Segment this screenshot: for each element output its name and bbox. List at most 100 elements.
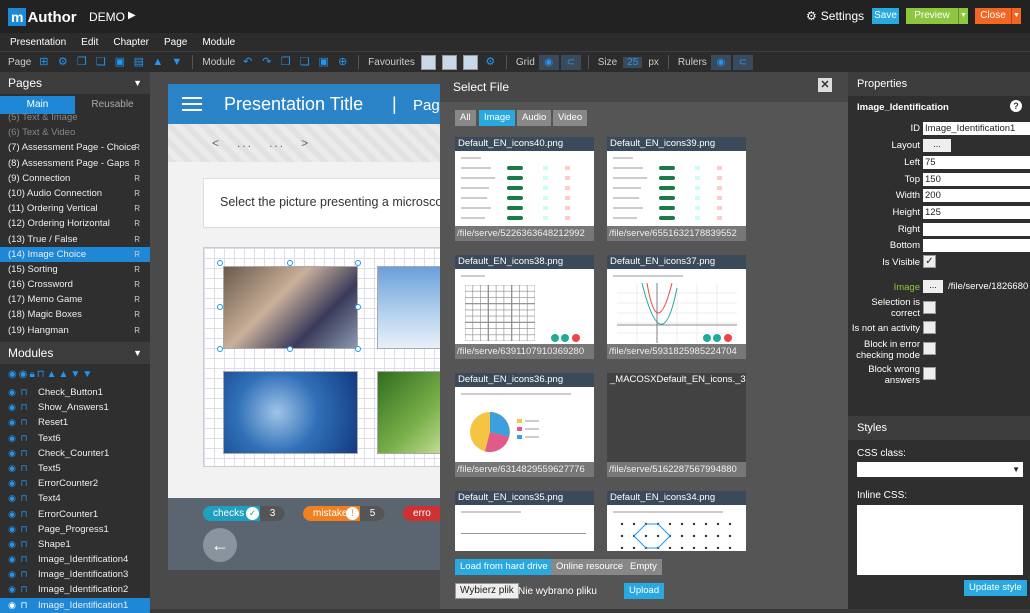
- lock-icon[interactable]: 🔒︎: [29, 369, 34, 380]
- file-card[interactable]: Default_EN_icons40.png /file/serve/52263…: [455, 137, 594, 241]
- resize-handle[interactable]: [217, 304, 223, 310]
- page-item[interactable]: (15) Sorting R: [8, 262, 150, 277]
- eye-icon[interactable]: ◉: [6, 385, 18, 400]
- css-class-select[interactable]: ▼: [857, 462, 1023, 477]
- list-item[interactable]: ◉ ⊓ Check_Counter1: [0, 446, 150, 461]
- top-field[interactable]: 150: [923, 173, 1030, 186]
- unlock-icon[interactable]: ⊓: [37, 369, 45, 380]
- eye-icon[interactable]: ◉: [6, 415, 18, 430]
- unlock-icon[interactable]: ⊓: [18, 567, 30, 582]
- file-card[interactable]: Default_EN_icons37.png /file/serve/59318…: [607, 255, 746, 359]
- upload-button[interactable]: Upload: [624, 583, 665, 599]
- page-item[interactable]: (5) Text & Image: [8, 110, 150, 125]
- list-item[interactable]: ◉ ⊓ Image_Identification4: [0, 552, 150, 567]
- close-icon[interactable]: ✕: [818, 78, 832, 92]
- unlock-icon[interactable]: ⊓: [18, 476, 30, 491]
- eye-icon[interactable]: ◉: [6, 400, 18, 415]
- unlock-icon[interactable]: ⊓: [18, 385, 30, 400]
- paste-module-icon[interactable]: ❏: [298, 56, 311, 69]
- chevron-down-icon[interactable]: ▼: [133, 342, 142, 364]
- arrow-up-icon[interactable]: ▲: [59, 369, 69, 380]
- resize-handle[interactable]: [355, 304, 361, 310]
- file-card[interactable]: Default_EN_icons36.png /file/serve/63148…: [455, 373, 594, 477]
- inline-css-textarea[interactable]: [857, 505, 1023, 575]
- move-up-icon[interactable]: ▲: [151, 56, 164, 69]
- list-item[interactable]: ◉ ⊓ Page_Progress1: [0, 522, 150, 537]
- selection-correct-checkbox[interactable]: [923, 301, 936, 314]
- rulers-snap-toggle[interactable]: ⊂: [732, 54, 753, 70]
- list-item[interactable]: ◉ ⊓ Text6: [0, 431, 150, 446]
- empty-button[interactable]: Empty: [625, 559, 662, 575]
- modules-header[interactable]: Modules ▼: [0, 342, 150, 364]
- list-item[interactable]: ◉ ⊓ Image_Identification2: [0, 582, 150, 597]
- block-error-checkbox[interactable]: [923, 342, 936, 355]
- filter-image[interactable]: Image: [479, 110, 516, 126]
- height-field[interactable]: 125: [923, 206, 1030, 219]
- list-item[interactable]: ◉ ⊓ Shape1: [0, 537, 150, 552]
- unlock-icon[interactable]: ⊓: [18, 537, 30, 552]
- width-field[interactable]: 200: [923, 189, 1030, 202]
- delete-page-icon[interactable]: ▤: [132, 56, 145, 69]
- save-button[interactable]: Save: [872, 8, 899, 24]
- file-card[interactable]: Default_EN_icons39.png /file/serve/65516…: [607, 137, 746, 241]
- unlock-icon[interactable]: ⊓: [18, 400, 30, 415]
- play-icon[interactable]: ▶: [128, 10, 136, 21]
- page-item[interactable]: (19) Hangman R: [8, 323, 150, 338]
- page-item[interactable]: (12) Ordering Horizontal R: [8, 216, 150, 231]
- hamburger-icon[interactable]: [182, 97, 202, 111]
- choose-file-button[interactable]: Wybierz plik: [455, 583, 519, 599]
- filter-all[interactable]: All: [455, 110, 476, 126]
- add-module-icon[interactable]: ⊕: [336, 56, 349, 69]
- unlock-icon[interactable]: ⊓: [18, 446, 30, 461]
- not-activity-checkbox[interactable]: [923, 321, 936, 334]
- unlock-icon[interactable]: ⊓: [18, 461, 30, 476]
- load-from-hard-drive-button[interactable]: Load from hard drive: [455, 559, 553, 575]
- arrow-down-icon[interactable]: ▼: [82, 369, 92, 380]
- is-visible-checkbox[interactable]: ✓: [923, 255, 936, 268]
- file-card[interactable]: Default_EN_icons38.png /file/serve/63911…: [455, 255, 594, 359]
- page-item[interactable]: (11) Ordering Vertical R: [8, 201, 150, 216]
- page-item[interactable]: (10) Audio Connection R: [8, 186, 150, 201]
- page-item[interactable]: (6) Text & Video: [8, 125, 150, 140]
- image-microscope[interactable]: [223, 371, 358, 454]
- copy-module-icon[interactable]: ❐: [279, 56, 292, 69]
- list-item[interactable]: ◉ ⊓ Reset1: [0, 415, 150, 430]
- list-item[interactable]: ◉ ⊓ ErrorCounter2: [0, 476, 150, 491]
- unlock-icon[interactable]: ⊓: [18, 491, 30, 506]
- eye-icon[interactable]: ◉: [6, 567, 18, 582]
- arrow-down-icon[interactable]: ▼: [70, 369, 80, 380]
- page-item-selected[interactable]: (14) Image Choice R: [0, 246, 150, 262]
- pages-header[interactable]: Pages ▼: [0, 72, 150, 94]
- chevron-down-icon[interactable]: ▼: [958, 8, 968, 24]
- copy-page-icon[interactable]: ❐: [75, 56, 88, 69]
- list-item[interactable]: ◉ ⊓ ErrorCounter1: [0, 507, 150, 522]
- eye-icon[interactable]: ◉: [6, 446, 18, 461]
- file-card[interactable]: _MACOSXDefault_EN_icons._35.png /file/se…: [607, 373, 746, 477]
- page-item[interactable]: (7) Assessment Page - Choice R: [8, 140, 150, 155]
- page-item[interactable]: (18) Magic Boxes R: [8, 307, 150, 322]
- resize-handle[interactable]: [355, 260, 361, 266]
- unlock-icon[interactable]: ⊓: [18, 522, 30, 537]
- page-item[interactable]: (13) True / False R: [8, 232, 150, 247]
- undo-icon[interactable]: ↶: [241, 56, 254, 69]
- paste-page-icon[interactable]: ❏: [94, 56, 107, 69]
- redo-icon[interactable]: ↷: [260, 56, 273, 69]
- menu-presentation[interactable]: Presentation: [10, 37, 66, 48]
- list-item-selected[interactable]: ◉ ⊓ Image_Identification1: [0, 597, 150, 613]
- close-button[interactable]: Close ▼: [975, 8, 1021, 24]
- rulers-visibility-toggle[interactable]: ◉: [710, 54, 731, 70]
- resize-handle[interactable]: [355, 346, 361, 352]
- duplicate-page-icon[interactable]: ▣: [113, 56, 126, 69]
- menu-edit[interactable]: Edit: [81, 37, 98, 48]
- grid-visibility-toggle[interactable]: ◉: [538, 54, 559, 70]
- menu-chapter[interactable]: Chapter: [113, 37, 149, 48]
- resize-handle[interactable]: [217, 260, 223, 266]
- image-browse-button[interactable]: ...: [923, 280, 943, 293]
- unlock-icon[interactable]: ⊓: [18, 582, 30, 597]
- filter-audio[interactable]: Audio: [517, 110, 552, 126]
- block-wrong-checkbox[interactable]: [923, 367, 936, 380]
- eye-icon[interactable]: ◉: [6, 552, 18, 567]
- chevron-down-icon[interactable]: ▼: [133, 72, 142, 94]
- unlock-icon[interactable]: ⊓: [18, 598, 30, 613]
- next-arrow[interactable]: >: [301, 136, 310, 150]
